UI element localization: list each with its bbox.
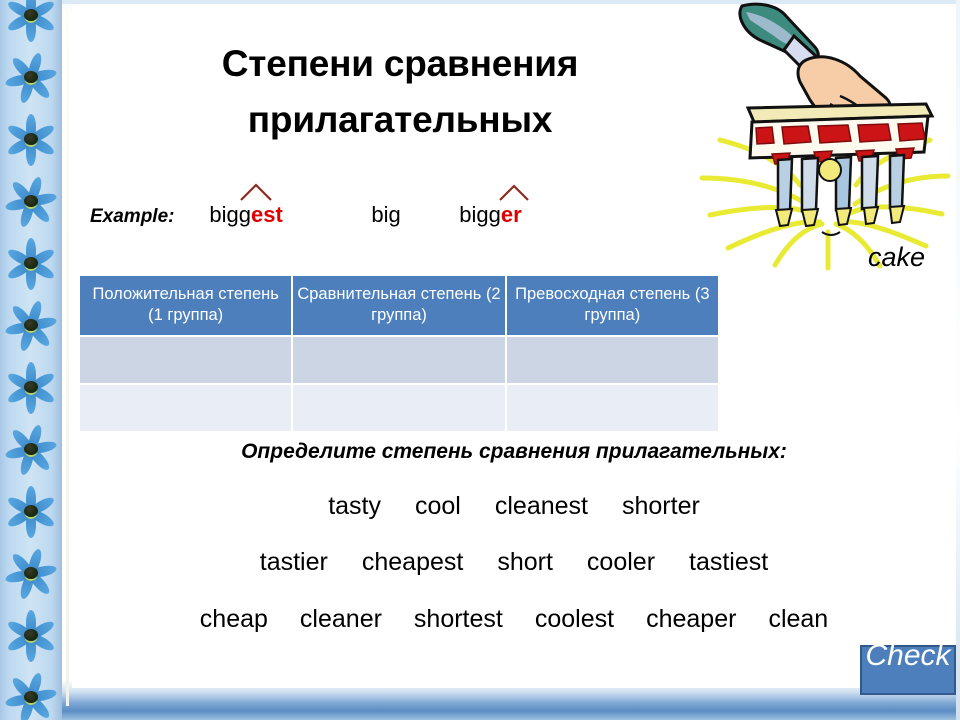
flower-icon: [2, 296, 60, 354]
example-word-stem-1: bigg: [209, 202, 251, 227]
flower-center: [24, 71, 38, 83]
table-cell[interactable]: [506, 384, 718, 431]
word-chip[interactable]: cooler: [587, 548, 655, 577]
word-chip[interactable]: tastier: [260, 548, 328, 577]
word-chip[interactable]: cheapest: [362, 548, 463, 577]
flower-center: [24, 133, 38, 145]
caret-icon-superlative: [239, 182, 273, 202]
content-divider: [66, 6, 69, 706]
caret-icon-comparative: [497, 182, 531, 202]
flower-center: [24, 319, 38, 331]
flower-center: [24, 443, 38, 455]
word-bank-row-2: tastier cheapest short cooler tastiest: [72, 548, 956, 577]
flower-center: [24, 567, 38, 579]
example-label: Example:: [90, 206, 175, 227]
flower-icon: [2, 544, 60, 602]
flower-icon: [2, 420, 60, 478]
word-chip[interactable]: coolest: [535, 605, 614, 634]
check-button[interactable]: [860, 645, 956, 695]
flower-center: [24, 195, 38, 207]
example-word-superlative: biggest: [209, 183, 289, 227]
flower-icon: [2, 482, 60, 540]
table-header-superlative: Превосходная степень (3 группа): [506, 276, 718, 335]
table-row[interactable]: [80, 384, 718, 431]
degrees-table: Положительная степень (1 группа) Сравнит…: [78, 274, 720, 433]
example-row: Example: biggest big bigger: [90, 183, 530, 232]
flower-icon: [2, 172, 60, 230]
word-bank-row-3: cheap cleaner shortest coolest cheaper clean: [72, 605, 956, 634]
flower-icon: [2, 606, 60, 664]
flower-border-strip: [0, 0, 62, 720]
flower-center: [24, 629, 38, 641]
table-cell[interactable]: [293, 384, 505, 431]
table-header-positive: Положительная степень (1 группа): [80, 276, 292, 335]
task-prompt: Определите степень сравнения прилагатель…: [241, 440, 787, 463]
word-chip[interactable]: shorter: [622, 492, 700, 521]
example-word-positive: big: [371, 202, 406, 227]
flower-icon: [2, 668, 60, 720]
flower-center: [24, 9, 38, 21]
flower-icon: [2, 358, 60, 416]
word-chip[interactable]: clean: [768, 605, 828, 634]
example-word-suffix-1: est: [250, 202, 283, 227]
flower-center: [24, 691, 38, 703]
word-chip[interactable]: shortest: [414, 605, 503, 634]
flower-icon: [2, 110, 60, 168]
example-word-suffix-3: er: [500, 202, 522, 227]
table-cell[interactable]: [293, 336, 505, 383]
cake-caption: cake: [868, 242, 926, 272]
flower-center: [24, 257, 38, 269]
cake-illustration-svg: [699, 2, 951, 271]
word-chip[interactable]: cleanest: [495, 492, 588, 521]
example-word-stem-2: big: [371, 202, 401, 227]
word-bank-row-1: tasty cool cleanest shorter: [72, 492, 956, 521]
slide-canvas: cake Степени сравнения прилагательных Ex…: [0, 0, 960, 720]
word-chip[interactable]: cheaper: [646, 605, 736, 634]
table-header-comparative: Сравнительная степень (2 группа): [293, 276, 505, 335]
table-cell[interactable]: [80, 384, 292, 431]
page-title-line-2: прилагательных: [247, 98, 553, 140]
flower-center: [24, 381, 38, 393]
table-cell[interactable]: [80, 336, 292, 383]
page-title-line-1: Степени сравнения: [221, 43, 579, 84]
flower-center: [24, 505, 38, 517]
word-chip[interactable]: cleaner: [300, 605, 382, 634]
flower-icon: [2, 48, 60, 106]
example-word-comparative: bigger: [459, 184, 530, 227]
example-word-stem-3: bigg: [459, 202, 501, 227]
word-chip[interactable]: short: [497, 548, 553, 577]
table-header-row: Положительная степень (1 группа) Сравнит…: [80, 276, 718, 335]
word-chip[interactable]: tasty: [328, 492, 381, 521]
word-chip[interactable]: cheap: [200, 605, 268, 634]
cake-illustration: [690, 0, 960, 275]
flower-icon: [2, 234, 60, 292]
word-chip[interactable]: cool: [415, 492, 461, 521]
table-cell[interactable]: [506, 336, 718, 383]
flower-icon: [2, 0, 60, 44]
table-row[interactable]: [80, 336, 718, 383]
word-chip[interactable]: tastiest: [689, 548, 768, 577]
page-title: Степени сравнения прилагательных: [120, 36, 680, 147]
